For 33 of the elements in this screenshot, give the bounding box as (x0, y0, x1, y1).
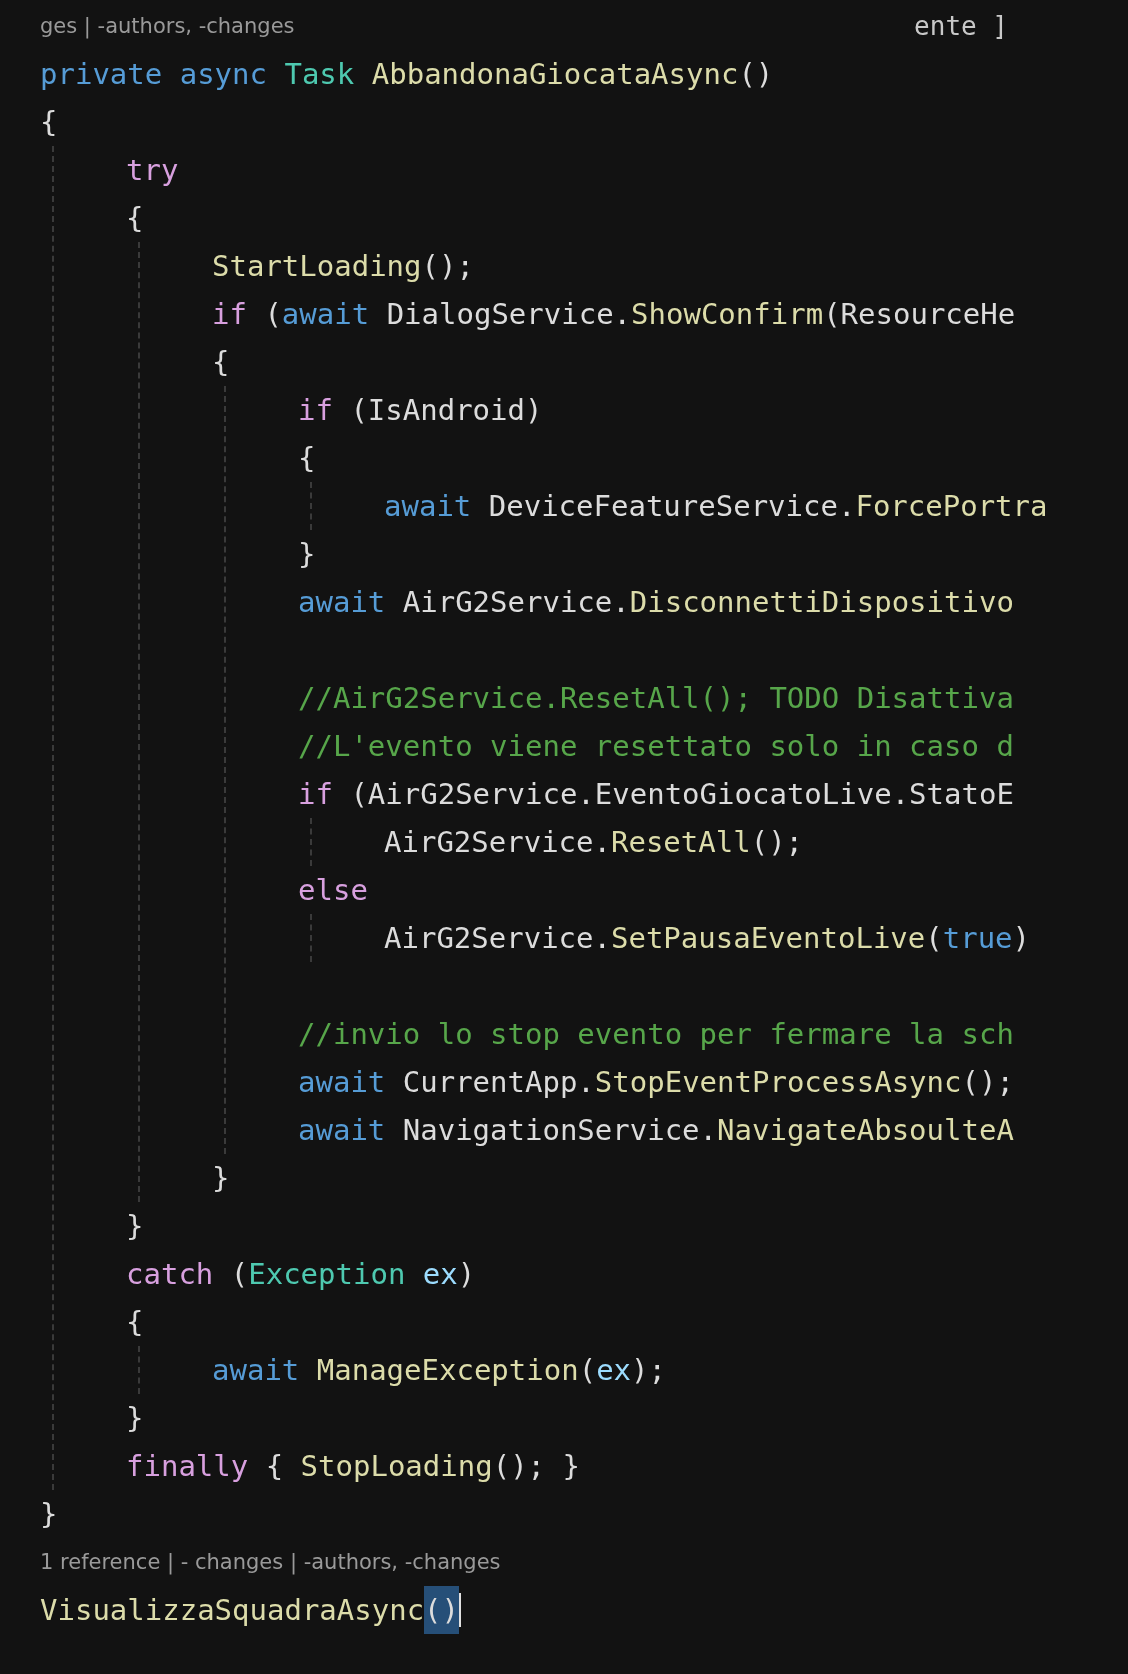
code-line: else (298, 872, 368, 909)
code-line: if (IsAndroid) (298, 392, 543, 429)
code-line: //invio lo stop evento per fermare la sch (298, 1016, 1014, 1053)
code-line: catch (Exception ex) (126, 1256, 476, 1293)
code-line: await CurrentApp.StopEventProcessAsync(); (298, 1064, 1014, 1101)
codelens-text[interactable]: ges | -authors, -changes (40, 2, 295, 50)
code-line: { (298, 440, 316, 477)
code-line: //AirG2Service.ResetAll(); TODO Disattiva (298, 680, 1014, 717)
code-line: { (126, 200, 144, 237)
code-line: } (298, 536, 316, 573)
code-line: await NavigationService.NavigateAbsoulteA (298, 1112, 1014, 1149)
code-line: VisualizzaSquadraAsync() (40, 1586, 460, 1634)
code-line: { (126, 1304, 144, 1341)
code-line: if (await DialogService.ShowConfirm(ResourceHe (212, 296, 1016, 333)
code-line: AirG2Service.ResetAll(); (384, 824, 804, 861)
codelens-text[interactable]: 1 reference | - changes | -authors, -changes (40, 1538, 501, 1586)
code-line: try (126, 152, 179, 189)
code-line: { (40, 104, 58, 141)
code-line: { (212, 344, 230, 381)
code-line: AirG2Service.SetPausaEventoLive(true) (384, 920, 1031, 957)
code-line: //L'evento viene resettato solo in caso d (298, 728, 1014, 765)
code-line: } (126, 1208, 144, 1245)
code-line: finally { StopLoading(); } (126, 1448, 580, 1485)
code-line: StartLoading(); (212, 248, 474, 285)
code-line: } (40, 1496, 58, 1533)
code-line: if (AirG2Service.EventoGiocatoLive.StatoE (298, 776, 1014, 813)
code-line: } (212, 1160, 230, 1197)
code-line: } (126, 1400, 144, 1437)
code-fragment: ente ] (914, 10, 1008, 43)
code-line: await ManageException(ex); (212, 1352, 666, 1389)
code-line: await AirG2Service.DisconnettiDispositivo (298, 584, 1014, 621)
code-line: private async Task AbbandonaGiocataAsync() (40, 56, 774, 93)
code-line: await DeviceFeatureService.ForcePortra (384, 488, 1048, 525)
